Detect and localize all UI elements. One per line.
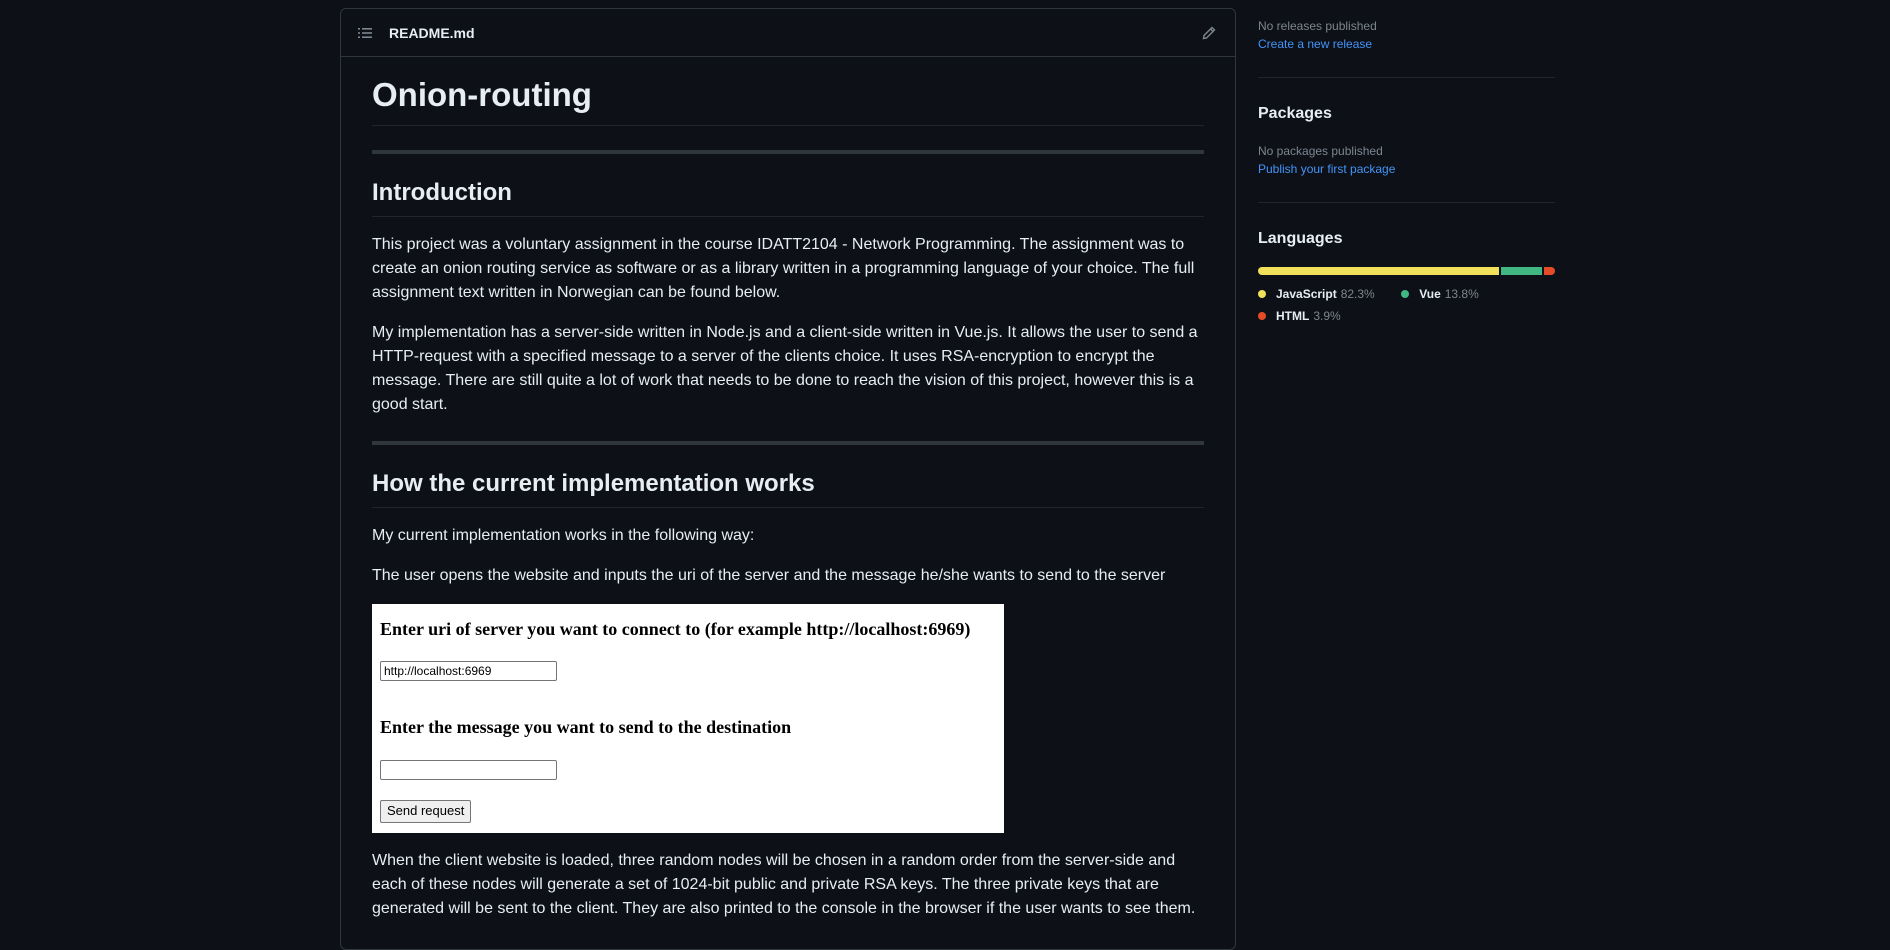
how-paragraph-2: The user opens the website and inputs th… <box>372 567 1166 584</box>
divider <box>372 150 1204 154</box>
list-unordered-icon[interactable] <box>357 25 373 41</box>
languages-heading: Languages <box>1258 230 1343 247</box>
divider <box>1258 77 1555 78</box>
page-title: Onion-routing <box>372 57 1204 126</box>
languages-list: JavaScript 82.3% Vue 13.8% HTML 3.9% <box>1258 285 1555 329</box>
intro-paragraph-1: This project was a voluntary assignment … <box>372 236 1195 301</box>
demo-message-input <box>380 760 557 780</box>
intro-paragraph-2: My implementation has a server-side writ… <box>372 324 1198 413</box>
demo-send-button: Send request <box>380 800 472 823</box>
demo-screenshot: Enter uri of server you want to connect … <box>372 604 1004 833</box>
intro-heading: Introduction <box>372 178 1204 217</box>
language-name: HTML <box>1276 309 1310 323</box>
language-percent: 82.3% <box>1340 287 1375 301</box>
releases-text: No releases published <box>1258 19 1377 33</box>
language-name: Vue <box>1419 287 1441 301</box>
markdown-body: Onion-routing Introduction This project … <box>372 57 1204 921</box>
readme-filename: README.md <box>389 24 475 41</box>
publish-package-link[interactable]: Publish your first package <box>1258 162 1395 176</box>
language-item-vue[interactable]: Vue 13.8% <box>1401 287 1479 301</box>
language-dot <box>1258 312 1266 320</box>
pencil-icon[interactable] <box>1199 23 1219 43</box>
language-item-javascript[interactable]: JavaScript 82.3% <box>1258 287 1375 301</box>
language-dot <box>1401 290 1410 298</box>
readme-box: README.md Onion-routing Introduction Thi… <box>340 8 1236 950</box>
language-percent: 13.8% <box>1444 287 1479 301</box>
how-paragraph-3: When the client website is loaded, three… <box>372 852 1196 917</box>
language-bar-segment <box>1501 267 1542 275</box>
language-dot <box>1258 290 1266 298</box>
readme-header: README.md <box>341 9 1235 57</box>
language-item-html[interactable]: HTML 3.9% <box>1258 309 1341 323</box>
demo-uri-heading: Enter uri of server you want to connect … <box>380 619 971 639</box>
language-percent: 3.9% <box>1313 309 1341 323</box>
how-heading: How the current implementation works <box>372 469 1204 508</box>
demo-uri-input: http://localhost:6969 <box>380 661 557 681</box>
demo-message-heading: Enter the message you want to send to th… <box>380 717 792 737</box>
languages-bar <box>1258 267 1555 275</box>
create-release-link[interactable]: Create a new release <box>1258 37 1372 51</box>
language-bar-segment <box>1543 267 1555 275</box>
how-paragraph-1: My current implementation works in the f… <box>372 527 755 544</box>
language-name: JavaScript <box>1276 287 1337 301</box>
packages-text: No packages published <box>1258 144 1383 158</box>
divider <box>372 441 1204 445</box>
packages-heading: Packages <box>1258 105 1332 122</box>
divider <box>1258 202 1555 203</box>
language-bar-segment <box>1258 267 1500 275</box>
